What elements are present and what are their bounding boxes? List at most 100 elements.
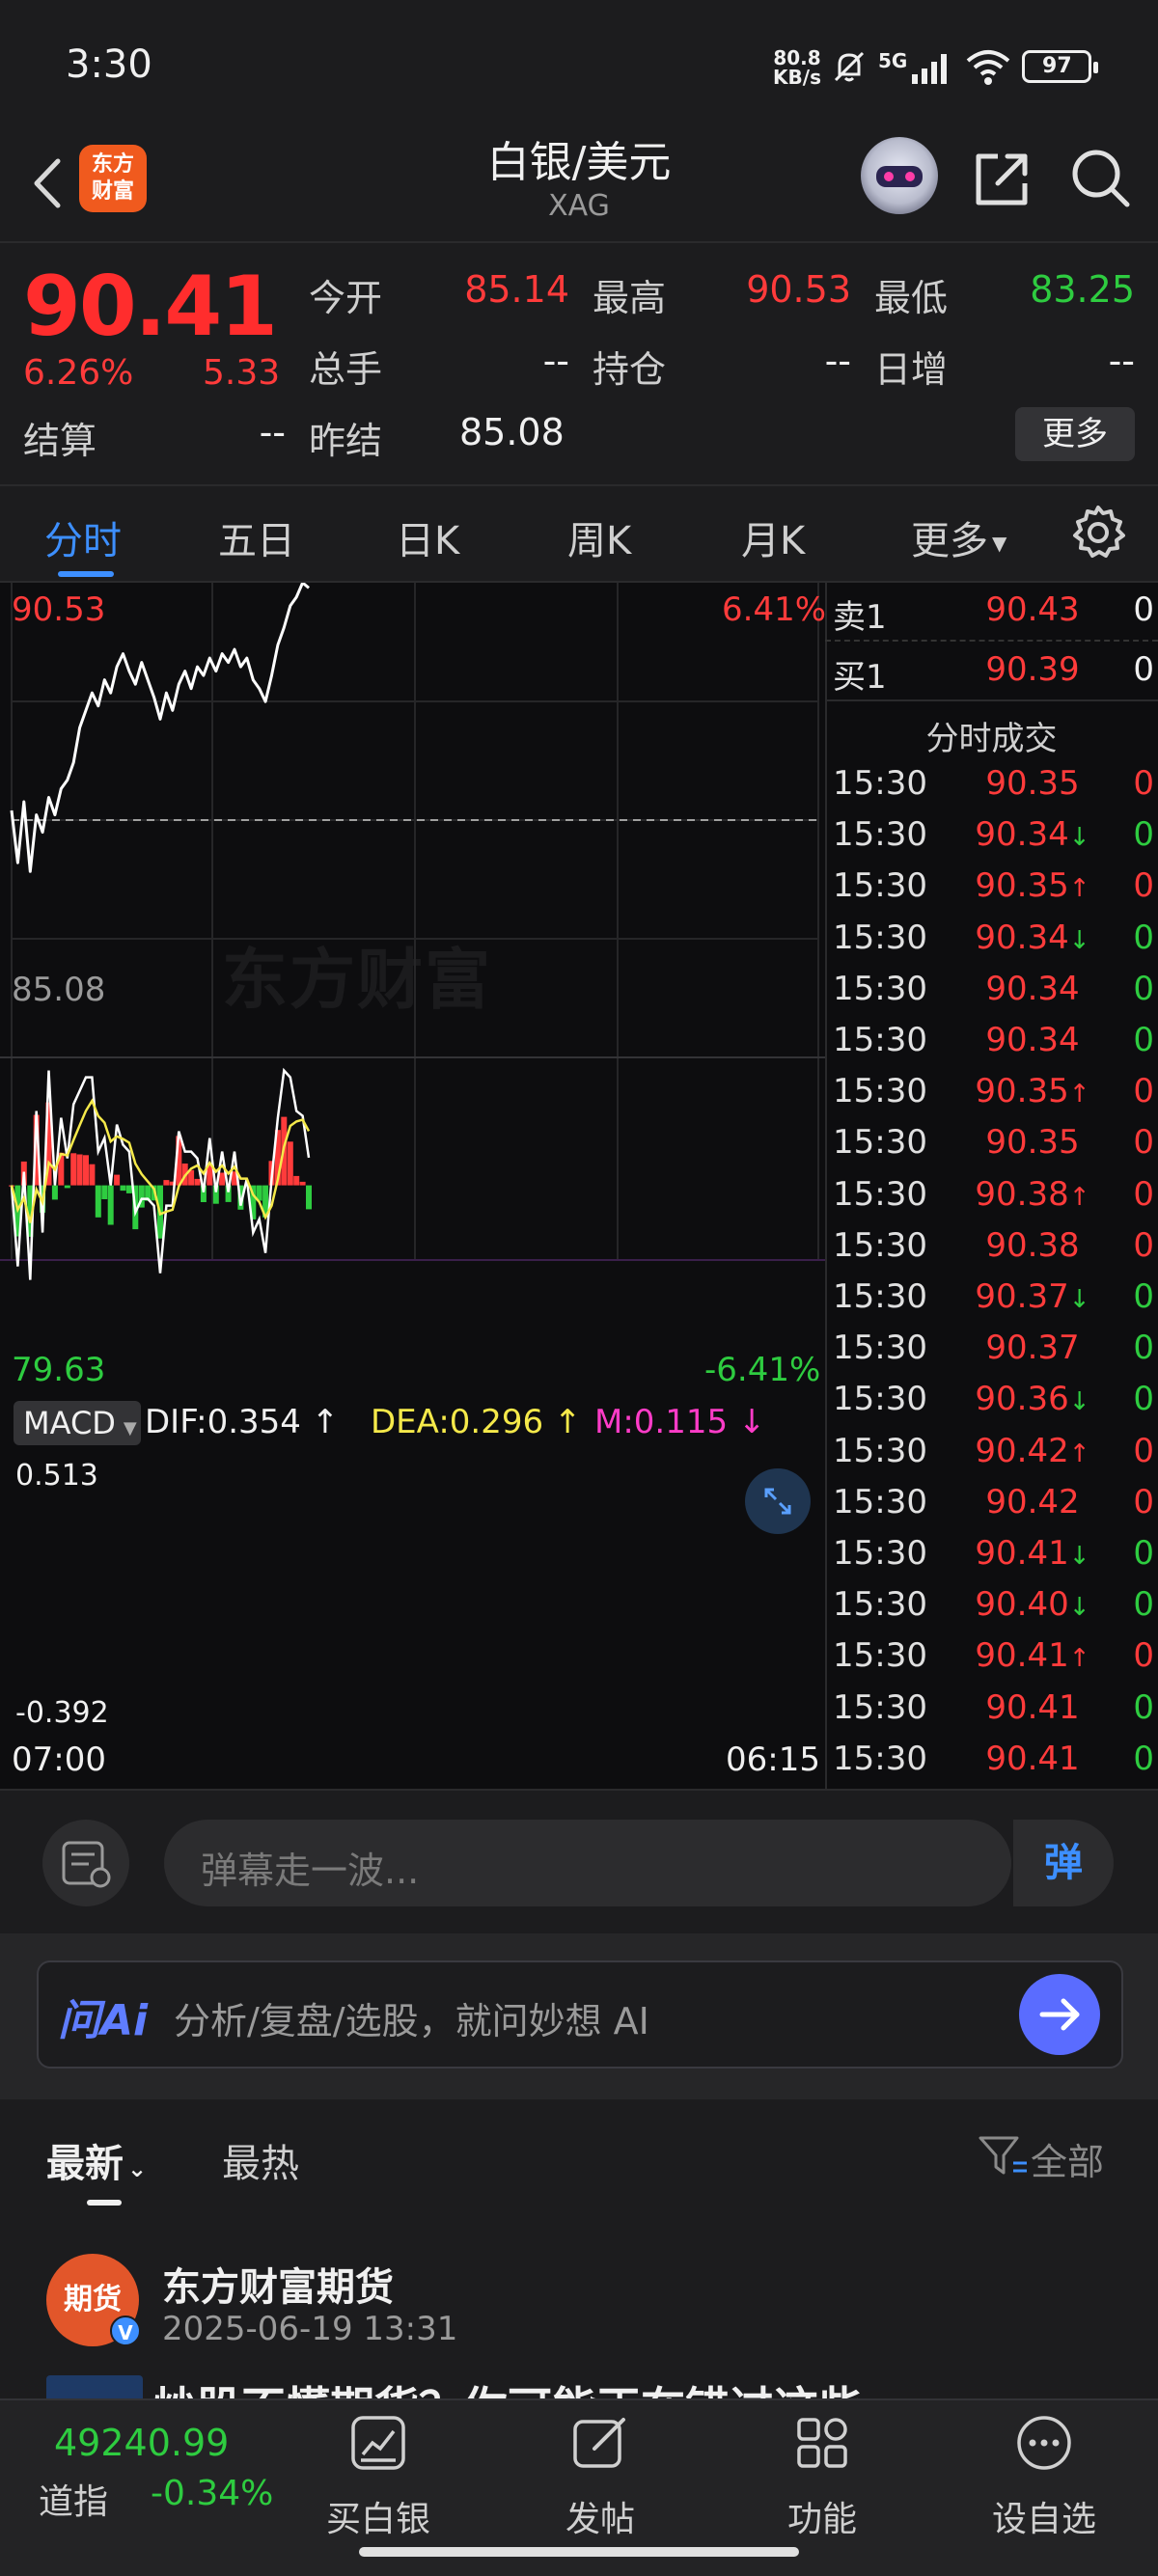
trade-time: 15:30 bbox=[833, 764, 927, 803]
ask-volume: 0 bbox=[1133, 590, 1154, 629]
macd-m-value: M:0.115 ↓ bbox=[594, 1403, 765, 1441]
network-type: 5G bbox=[878, 49, 908, 72]
chart-grid bbox=[0, 583, 825, 1261]
quote-value-low: 83.25 bbox=[1030, 268, 1135, 311]
trade-volume: 0 bbox=[1133, 1021, 1154, 1059]
arrow-right-icon[interactable] bbox=[1019, 1974, 1100, 2055]
trade-volume: 0 bbox=[1133, 1174, 1154, 1214]
battery-indicator: 97 bbox=[1022, 50, 1099, 83]
quote-label-prev-settle: 昨结 bbox=[309, 420, 383, 462]
quote-value-open: 85.14 bbox=[464, 268, 569, 311]
quote-label-volume: 总手 bbox=[309, 348, 383, 391]
trade-row: 15:30 90.40↓ 0 bbox=[825, 1585, 1158, 1636]
trade-price: 90.38 bbox=[960, 1226, 1105, 1265]
nav-functions-label: 功能 bbox=[786, 2500, 857, 2539]
tab-more-label: 更多 bbox=[911, 519, 988, 563]
macd-bar bbox=[219, 1172, 226, 1186]
arrow-up-icon: ↑ bbox=[553, 1403, 582, 1441]
feed-tab-latest[interactable]: 最新 ⌄ bbox=[46, 2132, 147, 2188]
arrow-down-icon: ↓ bbox=[1068, 1285, 1090, 1314]
nav-post-label: 发帖 bbox=[565, 2500, 635, 2539]
intraday-chart[interactable] bbox=[0, 583, 825, 1789]
chart-time-start: 07:00 bbox=[12, 1740, 106, 1779]
trade-volume: 0 bbox=[1133, 1431, 1154, 1470]
nav-add-watchlist[interactable]: 设自选 bbox=[967, 2412, 1121, 2541]
macd-indicator-select[interactable]: MACD ▼ bbox=[14, 1401, 141, 1445]
status-time: 3:30 bbox=[66, 42, 152, 87]
trade-row: 15:30 90.34 0 bbox=[825, 1021, 1158, 1072]
trade-volume: 0 bbox=[1133, 1277, 1154, 1316]
arrow-down-icon: ↓ bbox=[1068, 1387, 1090, 1417]
arrow-up-icon: ↑ bbox=[311, 1403, 340, 1441]
macd-bar bbox=[293, 1175, 300, 1186]
tab-intraday[interactable]: 分时 bbox=[44, 509, 122, 565]
tab-weekly-k[interactable]: 周K bbox=[567, 509, 631, 565]
post-author-name[interactable]: 东方财富期货 bbox=[162, 2256, 394, 2312]
macd-bar bbox=[70, 1153, 77, 1186]
change-value: 5.33 bbox=[203, 353, 281, 393]
trade-price: 90.41 bbox=[960, 1688, 1105, 1727]
wifi-icon bbox=[967, 50, 1010, 85]
trade-volume: 0 bbox=[1133, 1534, 1154, 1573]
tab-monthly-k[interactable]: 月K bbox=[741, 509, 805, 565]
trade-price-value: 90.41 bbox=[975, 1534, 1069, 1573]
trade-time: 15:30 bbox=[833, 815, 927, 855]
trade-price: 90.41 bbox=[960, 1740, 1105, 1778]
edit-post-icon bbox=[573, 2418, 625, 2468]
trade-chart-icon bbox=[351, 2416, 405, 2470]
trade-price: 90.41↓ bbox=[960, 1534, 1105, 1573]
tab-daily-k[interactable]: 日K bbox=[396, 509, 459, 565]
home-indicator bbox=[359, 2547, 799, 2557]
trade-price-value: 90.37 bbox=[975, 1277, 1069, 1316]
danmu-toggle-button[interactable]: 弹 bbox=[1011, 1820, 1114, 1906]
feed-filter-label[interactable]: 全部 bbox=[1031, 2132, 1104, 2185]
nav-buy-silver[interactable]: 买白银 bbox=[301, 2412, 455, 2541]
ai-robot-avatar-icon[interactable] bbox=[861, 137, 938, 214]
trade-row: 15:30 90.35 0 bbox=[825, 764, 1158, 815]
trade-price-value: 90.34 bbox=[975, 918, 1069, 957]
danmu-placeholder: 弹幕走一波... bbox=[201, 1850, 420, 1892]
brand-logo[interactable]: 东方 财富 bbox=[79, 145, 147, 212]
arrow-up-icon: ↑ bbox=[1068, 1644, 1090, 1674]
index-name[interactable]: 道指 bbox=[39, 2474, 108, 2524]
tab-five-day[interactable]: 五日 bbox=[218, 509, 295, 565]
filter-icon[interactable] bbox=[975, 2132, 1033, 2180]
trade-row: 15:30 90.41 0 bbox=[825, 1740, 1158, 1791]
nav-functions[interactable]: 功能 bbox=[745, 2412, 899, 2541]
trade-time: 15:30 bbox=[833, 1534, 927, 1573]
feed-tab-hot[interactable]: 最热 bbox=[222, 2132, 299, 2188]
share-icon[interactable] bbox=[969, 145, 1036, 212]
trade-price: 90.41↑ bbox=[960, 1636, 1105, 1675]
macd-dif-line bbox=[10, 1067, 311, 1280]
macd-bar bbox=[95, 1185, 101, 1218]
tab-more[interactable]: 更多 ▼ bbox=[911, 509, 1006, 565]
trade-volume: 0 bbox=[1133, 1380, 1154, 1419]
back-icon[interactable] bbox=[19, 150, 77, 217]
trade-price: 90.35↑ bbox=[960, 866, 1105, 905]
danmu-list-icon[interactable] bbox=[42, 1820, 129, 1906]
trade-price: 90.35 bbox=[960, 1123, 1105, 1162]
trade-time: 15:30 bbox=[833, 1482, 927, 1521]
macd-bar bbox=[51, 1185, 58, 1200]
index-change[interactable]: -0.34% bbox=[151, 2474, 273, 2513]
macd-bar bbox=[120, 1185, 126, 1192]
trade-price: 90.34↓ bbox=[960, 918, 1105, 957]
quote-more-button[interactable]: 更多 bbox=[1015, 407, 1135, 461]
trade-price: 90.40↓ bbox=[960, 1585, 1105, 1624]
search-icon[interactable] bbox=[1067, 145, 1135, 212]
trade-time: 15:30 bbox=[833, 1585, 927, 1625]
trade-row: 15:30 90.37 0 bbox=[825, 1329, 1158, 1380]
nav-post[interactable]: 发帖 bbox=[523, 2412, 677, 2541]
trade-price-value: 90.35 bbox=[985, 1123, 1080, 1163]
expand-icon[interactable] bbox=[745, 1468, 811, 1534]
index-value[interactable]: 49240.99 bbox=[54, 2422, 229, 2464]
trade-price: 90.35 bbox=[960, 764, 1105, 803]
arrow-down-icon: ↓ bbox=[1068, 1593, 1090, 1623]
trade-row: 15:30 90.35↑ 0 bbox=[825, 866, 1158, 918]
trade-volume: 0 bbox=[1133, 1329, 1154, 1368]
trade-volume: 0 bbox=[1133, 815, 1154, 855]
bid-price: 90.39 bbox=[985, 650, 1080, 689]
post-title[interactable]: 炒股不懂期货？你可能正在错过这些 bbox=[152, 2370, 1021, 2398]
gear-icon[interactable] bbox=[1069, 504, 1127, 562]
trade-volume: 0 bbox=[1133, 1123, 1154, 1163]
